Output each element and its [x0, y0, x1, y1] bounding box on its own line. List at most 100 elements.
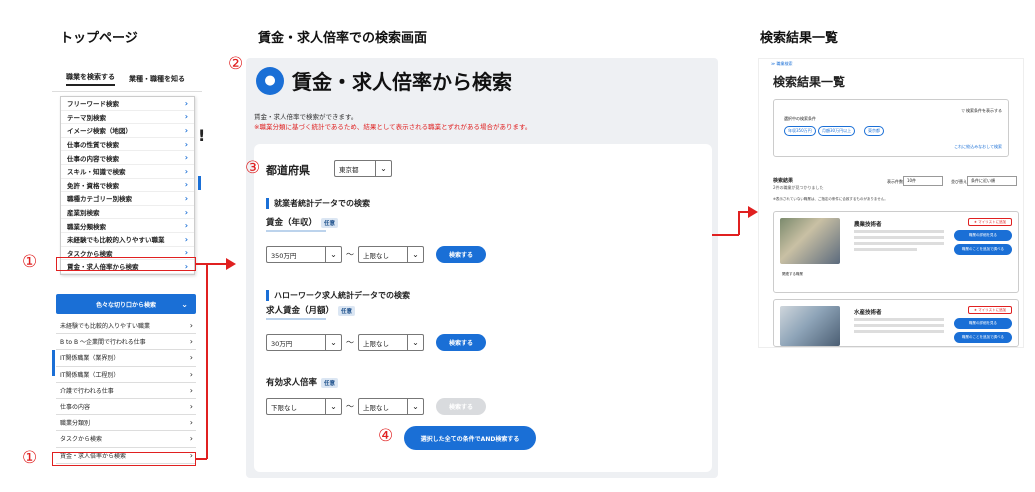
menu-item[interactable]: 未経験でも比較的入りやすい職業 › — [61, 233, 194, 247]
refine-link[interactable]: これに絞込みなおして検索 — [954, 144, 1002, 150]
connector-line — [196, 458, 207, 460]
job-title[interactable]: 農業技術者 — [854, 220, 882, 228]
accent-bar — [198, 176, 201, 190]
monthly-wage-label: 求人賃金（月額） 任意 — [266, 304, 356, 320]
chevron-down-icon: ⌄ — [325, 335, 341, 350]
chevron-down-icon: ⌄ — [407, 399, 423, 414]
ratio-max-select[interactable]: 上限なし ⌄ — [358, 398, 424, 415]
monthly-max-select[interactable]: 上限なし ⌄ — [358, 334, 424, 351]
chevron-right-icon: › — [184, 139, 188, 149]
menu-item[interactable]: 職業分類検索 › — [61, 219, 194, 233]
various-search-button[interactable]: 色々な切り口から検索 ⌄ — [56, 294, 196, 314]
list-item[interactable]: 未経験でも比較的入りやすい職業 › — [56, 318, 196, 335]
prefecture-label: 都道府県 — [266, 164, 310, 177]
menu-item[interactable]: 職種カテゴリー別検索 › — [61, 192, 194, 206]
search-dropdown-menu: フリーワード検索 › テーマ別検索 › イメージ検索（地図） › 仕事の性質で検索 › … — [60, 96, 195, 275]
optional-tag: 任意 — [338, 305, 356, 316]
results-count: 2件の職業が見つかりました — [773, 185, 824, 190]
chevron-right-icon: › — [189, 353, 193, 363]
chevron-right-icon: › — [189, 337, 193, 347]
menu-item[interactable]: 仕事の性質で検索 › — [61, 138, 194, 152]
chevron-right-icon: › — [189, 434, 193, 444]
list-item[interactable]: 職業分類別 › — [56, 415, 196, 432]
menu-item[interactable]: 仕事の内容で検索 › — [61, 151, 194, 165]
chevron-right-icon: › — [184, 112, 188, 122]
job-card[interactable]: 水産技術者 ★ マイリストに追加 職業の詳細を見る 職業のことを追加で調べる — [773, 299, 1019, 347]
chevron-right-icon: › — [184, 98, 188, 108]
and-search-button[interactable]: 選択した全ての条件でAND検索する — [404, 426, 536, 450]
connector-line — [196, 263, 228, 265]
list-item[interactable]: 介護で行われる仕事 › — [56, 383, 196, 399]
breadcrumb[interactable]: ≫ 職業検索 — [771, 61, 792, 67]
menu-item[interactable]: イメージ検索（地図） › — [61, 124, 194, 138]
results-note: ※表示されていない職業は、ご指定の条件に合致するものがありません。 — [773, 197, 888, 201]
chevron-right-icon: › — [184, 166, 188, 176]
sort-select[interactable]: 条件に近い順 — [967, 176, 1017, 186]
list-item[interactable]: 仕事の内容 › — [56, 399, 196, 416]
annual-max-select[interactable]: 上限なし ⌄ — [358, 246, 424, 263]
arrow-right-icon — [748, 206, 758, 218]
list-item[interactable]: IT関係職業（工程別） › — [56, 367, 196, 383]
job-title[interactable]: 水産技術者 — [854, 308, 882, 316]
connector-line — [206, 263, 208, 459]
annual-search-button[interactable]: 検索する — [436, 246, 486, 263]
display-select[interactable]: 10件 — [903, 176, 943, 186]
chevron-right-icon: › — [189, 385, 193, 395]
marker-4: ④ — [378, 426, 394, 446]
heading-search-screen: 賃金・求人倍率での検索画面 — [258, 31, 428, 46]
ratio-min-select[interactable]: 下限なし ⌄ — [266, 398, 342, 415]
list-item[interactable]: タスクから検索 › — [56, 431, 196, 448]
menu-item[interactable]: 免許・資格で検索 › — [61, 179, 194, 193]
add-mylist-button[interactable]: ★ マイリストに追加 — [968, 306, 1012, 314]
condition-chip[interactable]: 東京都 — [864, 126, 884, 136]
chevron-down-icon: ⌄ — [181, 299, 188, 309]
condition-chip[interactable]: 年収350万円 — [784, 126, 816, 136]
chevron-right-icon: › — [184, 234, 188, 244]
job-extra-button[interactable]: 職業のことを追加で調べる — [954, 244, 1012, 255]
job-extra-button[interactable]: 職業のことを追加で調べる — [954, 332, 1012, 343]
job-card[interactable]: 農業技術者 ★ マイリストに追加 職業の詳細を見る 職業のことを追加で調べる 関… — [773, 211, 1019, 293]
chevron-right-icon: › — [184, 248, 188, 258]
prefecture-select[interactable]: 東京都 ⌄ — [334, 160, 392, 177]
highlight-box-bottom — [52, 452, 196, 466]
marker-1-bottom: ① — [22, 448, 38, 468]
coin-bag-icon: ● — [256, 66, 284, 95]
results-label: 検索結果 — [773, 178, 794, 184]
condition-chip[interactable]: 月額30万円以上 — [818, 126, 856, 136]
menu-item[interactable]: 産業別検索 › — [61, 206, 194, 220]
chevron-down-icon: ⌄ — [325, 399, 341, 414]
chevron-right-icon: › — [189, 418, 193, 428]
chevron-right-icon: › — [184, 125, 188, 135]
add-mylist-button[interactable]: ★ マイリストに追加 — [968, 218, 1012, 226]
range-tilde: ～ — [346, 250, 354, 259]
ratio-search-button[interactable]: 検索する — [436, 398, 486, 415]
nav-job-search[interactable]: 職業を検索する — [66, 72, 115, 86]
monthly-search-button[interactable]: 検索する — [436, 334, 486, 351]
menu-item[interactable]: スキル・知識で検索 › — [61, 165, 194, 179]
nav-learn-jobs[interactable]: 業種・職種を知る — [129, 74, 185, 84]
job-description — [854, 230, 944, 254]
section-employment-stats: 就業者統計データでの検索 — [266, 198, 370, 209]
menu-item[interactable]: テーマ別検索 › — [61, 111, 194, 125]
annual-min-select[interactable]: 350万円 ⌄ — [266, 246, 342, 263]
condition-label: 選択中の検索条件 — [784, 116, 816, 121]
chevron-right-icon: › — [184, 207, 188, 217]
job-detail-button[interactable]: 職業の詳細を見る — [954, 318, 1012, 329]
description: 賃金・求人倍率で検索ができます。 — [254, 113, 358, 121]
job-photo — [780, 218, 840, 264]
highlight-box-top — [56, 257, 196, 271]
menu-item[interactable]: フリーワード検索 › — [61, 97, 194, 111]
marker-1-top: ① — [22, 252, 38, 272]
job-ratio-label: 有効求人倍率 任意 — [266, 376, 339, 388]
title-row: ● 賃金・求人倍率から検索 — [256, 66, 512, 95]
list-item[interactable]: B to B ～企業間で行われる仕事 › — [56, 334, 196, 351]
monthly-min-select[interactable]: 30万円 ⌄ — [266, 334, 342, 351]
results-title: 検索結果一覧 — [773, 75, 846, 89]
chevron-down-icon: ⌄ — [407, 335, 423, 350]
chevron-right-icon: › — [189, 321, 193, 331]
list-item[interactable]: IT関係職業（業界別） › — [56, 350, 196, 367]
job-detail-button[interactable]: 職業の詳細を見る — [954, 230, 1012, 241]
hero-exclaim: ! — [198, 126, 206, 145]
toggle-conditions[interactable]: ▽ 検索条件を表示する — [962, 108, 1002, 114]
accent-bar — [52, 350, 55, 376]
